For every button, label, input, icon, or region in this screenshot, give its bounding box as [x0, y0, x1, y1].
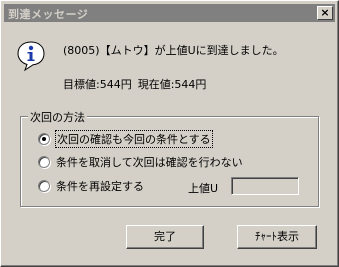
- upper-limit-input[interactable]: [231, 177, 299, 195]
- next-method-legend: 次回の方法: [28, 109, 87, 125]
- message-line: (8005)【ムトウ】が上値Uに到達しました。: [63, 44, 284, 57]
- radio-reset-condition[interactable]: [38, 180, 50, 192]
- close-button[interactable]: ×: [317, 6, 333, 20]
- option-cancel-condition[interactable]: 条件を取消して次回は確認を行わない: [38, 154, 243, 170]
- radio-cancel-condition[interactable]: [38, 156, 50, 168]
- option-keep-condition-label[interactable]: 次回の確認も今回の条件とする: [55, 130, 213, 148]
- info-icon: [17, 41, 45, 72]
- window-title: 到達メッセージ: [8, 8, 89, 21]
- option-reset-condition[interactable]: 条件を再設定する: [38, 178, 144, 194]
- title-bar: 到達メッセージ ×: [4, 4, 335, 22]
- option-keep-condition[interactable]: 次回の確認も今回の条件とする: [38, 130, 213, 148]
- done-button[interactable]: 完了: [126, 225, 204, 249]
- option-cancel-condition-label[interactable]: 条件を取消して次回は確認を行わない: [56, 154, 243, 170]
- option-reset-condition-label[interactable]: 条件を再設定する: [56, 178, 144, 194]
- price-info: 目標値:544円 現在値:544円: [63, 76, 212, 92]
- current-price-label: 現在値:544円: [137, 78, 207, 91]
- radio-keep-condition[interactable]: [38, 133, 50, 145]
- target-price-label: 目標値:544円: [63, 78, 132, 91]
- chart-display-button[interactable]: ﾁｬｰﾄ表示: [237, 225, 317, 249]
- upper-limit-label: 上値U: [188, 182, 219, 195]
